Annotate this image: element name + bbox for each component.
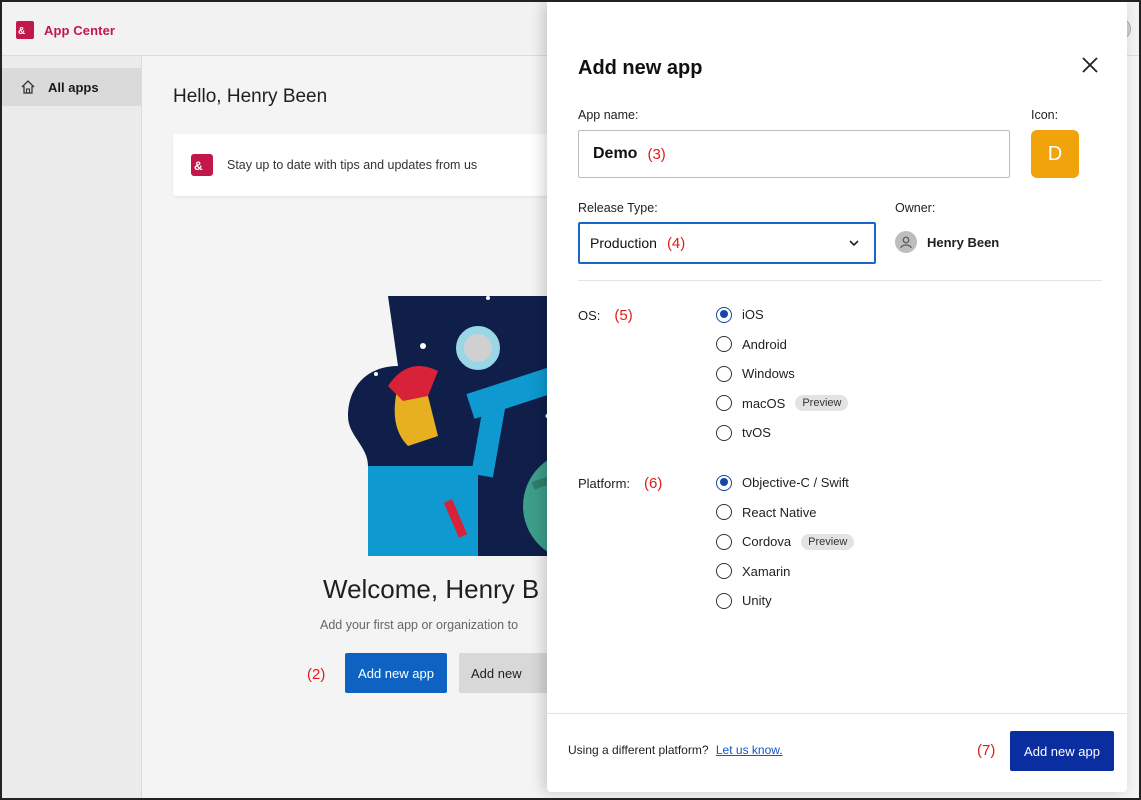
- release-type-value: Production: [590, 235, 657, 251]
- let-us-know-link[interactable]: Let us know.: [716, 743, 783, 757]
- radio-button[interactable]: [716, 365, 732, 382]
- os-option-windows[interactable]: Windows: [716, 359, 848, 389]
- submit-add-new-app-button[interactable]: Add new app: [1010, 731, 1114, 771]
- platform-label: Platform:: [578, 476, 631, 491]
- welcome-title: Welcome, Henry B: [323, 574, 540, 604]
- svg-text:&: &: [194, 159, 203, 173]
- preview-badge: Preview: [801, 533, 855, 550]
- option-label: iOS: [742, 307, 764, 323]
- annotation-marker: (6): [644, 475, 663, 492]
- platform-option-xamarin[interactable]: Xamarin: [716, 557, 854, 587]
- app-name-value: Demo: [593, 145, 638, 162]
- tips-text: Stay up to date with tips and updates fr…: [227, 158, 478, 172]
- platform-section-label: Platform: (6): [578, 475, 662, 492]
- option-label: Xamarin: [742, 563, 791, 579]
- radio-button[interactable]: [716, 306, 732, 323]
- app-name-label: App name:: [578, 108, 639, 122]
- option-label: React Native: [742, 504, 817, 520]
- radio-button[interactable]: [716, 395, 732, 412]
- os-option-tvos[interactable]: tvOS: [716, 418, 848, 448]
- app-window: & App Center ? All apps Hello, Henry Bee…: [0, 0, 1141, 800]
- svg-text:&: &: [18, 26, 25, 37]
- footer-text: Using a different platform? Let us know.: [568, 743, 783, 757]
- footer-divider: [547, 713, 1127, 714]
- chevron-down-icon: [849, 240, 859, 247]
- sidebar-item-all-apps[interactable]: All apps: [2, 68, 141, 106]
- app-name-input[interactable]: Demo (3): [578, 130, 1010, 178]
- os-radio-group: iOS Android Windows macOS Preview tvOS: [716, 300, 849, 448]
- page-title: Hello, Henry Been: [173, 86, 328, 107]
- radio-button[interactable]: [716, 474, 732, 491]
- radio-button[interactable]: [716, 563, 732, 580]
- platform-option-unity[interactable]: Unity: [716, 586, 854, 616]
- panel-title: Add new app: [578, 57, 703, 79]
- sidebar-item-label: All apps: [48, 79, 99, 95]
- brand-name: App Center: [44, 22, 116, 38]
- option-label: Objective-C / Swift: [742, 475, 849, 491]
- radio-button[interactable]: [716, 424, 732, 441]
- close-icon[interactable]: [1079, 54, 1101, 76]
- option-label: Unity: [742, 593, 772, 609]
- annotation-marker: (3): [647, 145, 666, 163]
- divider: [578, 280, 1102, 281]
- option-label: Windows: [742, 366, 795, 382]
- add-new-app-panel: Add new app App name: Icon: Demo (3) D R…: [547, 2, 1127, 792]
- annotation-marker: (5): [614, 307, 633, 324]
- platform-option-react-native[interactable]: React Native: [716, 498, 854, 528]
- app-icon-preview[interactable]: D: [1031, 130, 1079, 178]
- home-icon: [21, 80, 35, 94]
- release-type-label: Release Type:: [578, 201, 658, 215]
- annotation-marker: (2): [307, 666, 326, 683]
- person-icon: [895, 231, 917, 253]
- platform-radio-group: Objective-C / Swift React Native Cordova…: [716, 468, 855, 616]
- os-option-android[interactable]: Android: [716, 330, 848, 360]
- app-center-logo-icon: &: [16, 21, 34, 39]
- welcome-subtitle: Add your first app or organization to: [320, 618, 519, 632]
- os-option-ios[interactable]: iOS: [716, 300, 848, 330]
- os-label: OS:: [578, 308, 601, 323]
- platform-option-objective-c-swift[interactable]: Objective-C / Swift: [716, 468, 854, 498]
- owner-selector[interactable]: Henry Been: [895, 231, 999, 253]
- add-new-app-button[interactable]: Add new app: [345, 653, 447, 693]
- radio-button[interactable]: [716, 336, 732, 353]
- option-label: macOS: [742, 395, 786, 411]
- annotation-marker: (7): [977, 742, 996, 759]
- preview-badge: Preview: [795, 395, 849, 412]
- os-option-macos[interactable]: macOS Preview: [716, 389, 849, 419]
- option-label: Android: [742, 336, 787, 352]
- radio-button[interactable]: [716, 592, 732, 609]
- radio-button[interactable]: [716, 533, 732, 550]
- app-center-logo-icon: &: [191, 154, 213, 176]
- option-label: Cordova: [742, 534, 792, 550]
- platform-option-cordova[interactable]: Cordova Preview: [716, 527, 855, 557]
- app-icon-letter: D: [1047, 142, 1063, 165]
- radio-button[interactable]: [716, 504, 732, 521]
- release-type-select[interactable]: Production (4): [578, 222, 876, 264]
- owner-label: Owner:: [895, 201, 936, 215]
- option-label: tvOS: [742, 425, 771, 441]
- annotation-marker: (4): [666, 234, 686, 252]
- owner-name: Henry Been: [927, 234, 1000, 250]
- footer-question: Using a different platform?: [568, 743, 709, 757]
- os-section-label: OS: (5): [578, 307, 633, 324]
- icon-label: Icon:: [1031, 108, 1059, 122]
- sidebar: All apps: [2, 56, 142, 798]
- brand-link[interactable]: & App Center: [16, 21, 115, 39]
